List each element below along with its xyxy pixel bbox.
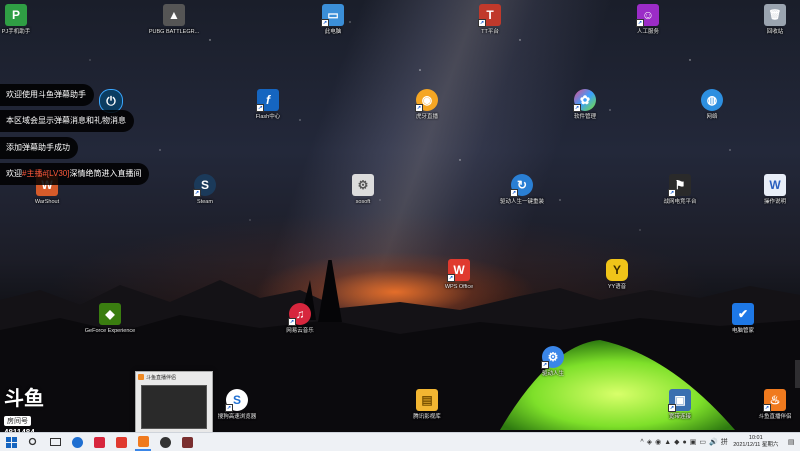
- desktop-icon-yy[interactable]: Y YY语音: [590, 259, 644, 291]
- chat-message: 欢迎使用斗鱼弹幕助手: [0, 84, 94, 106]
- desktop-icon-sogou-browser[interactable]: S ↗ 搜狗高速浏览器: [210, 389, 264, 421]
- shield-check-icon: ✔: [732, 303, 754, 325]
- desktop: P PJ手机助手 ▲ PUBG BATTLEGR... ▭ ↗ 此电脑 T ↗ TT…: [0, 0, 800, 432]
- desktop-icon-tt-platform[interactable]: T ↗ TT平台: [463, 4, 517, 36]
- task-view-button[interactable]: [47, 434, 63, 450]
- douyu-companion-icon: [137, 435, 149, 447]
- obs-icon: [159, 436, 171, 448]
- wps-icon: W ↗: [447, 259, 470, 282]
- gear-icon: ⚙ ↗: [541, 346, 564, 369]
- windows-icon: [5, 436, 17, 448]
- chat-message: 添加弹幕助手成功: [0, 137, 78, 159]
- huya-icon: ◉ ↗: [415, 89, 438, 112]
- desktop-icon-pubg[interactable]: ▲ PUBG BATTLEGR...: [147, 4, 201, 36]
- taskbar-app-sogou[interactable]: [69, 434, 85, 450]
- battle-platform-icon: ⚑ ↗: [668, 174, 691, 197]
- system-tray: ^ ◈ ◉ ▲ ◆ ● ▣ ▭ 🔊 拼 10:01 2021/12/11 星期六…: [639, 433, 796, 451]
- search-button[interactable]: [25, 434, 41, 450]
- taskbar: ^ ◈ ◉ ▲ ◆ ● ▣ ▭ 🔊 拼 10:01 2021/12/11 星期六…: [0, 432, 800, 451]
- wps-icon: [115, 436, 127, 448]
- desktop-icon-network[interactable]: ◍ 网络: [685, 89, 739, 121]
- tray-app-icon[interactable]: ▲: [664, 439, 671, 446]
- nvidia-icon: ◆: [99, 303, 121, 325]
- word-document-icon: W: [764, 174, 786, 196]
- software-manager-icon: ✿ ↗: [573, 89, 596, 112]
- tt-platform-icon: T ↗: [478, 4, 501, 27]
- douyu-logo: 斗鱼: [4, 388, 44, 410]
- desktop-icon-netease-music[interactable]: ♫ ↗ 网易云音乐: [273, 303, 327, 335]
- network-icon[interactable]: ▭: [699, 438, 706, 446]
- desktop-icon-operation-guide[interactable]: W 操作说明: [748, 174, 800, 206]
- yy-voice-icon: Y: [606, 259, 628, 281]
- taskbar-app-wps[interactable]: [113, 434, 129, 450]
- room-tag: 房间号: [4, 416, 31, 426]
- notification-icon[interactable]: ▤: [788, 438, 795, 446]
- chat-message: 本区域会显示弹幕消息和礼物消息: [0, 110, 134, 132]
- taskbar-app-game[interactable]: [179, 434, 195, 450]
- preview-window-content: [141, 385, 207, 429]
- volume-icon[interactable]: 🔊: [709, 438, 718, 446]
- desktop-icon-driver-life[interactable]: ⚙ ↗ 驱动人生: [526, 346, 580, 378]
- taskbar-thumbnail-preview[interactable]: 斗鱼直播伴侣: [135, 371, 213, 432]
- pj-assistant-icon: P: [5, 4, 27, 26]
- desktop-icon-sosoft[interactable]: ⚙ sosoft: [336, 174, 390, 206]
- flash-icon: f ↗: [256, 89, 279, 112]
- taskbar-app-obs[interactable]: [157, 434, 173, 450]
- desktop-icon-recycle-bin[interactable]: 🗑 回收站: [748, 4, 800, 36]
- desktop-icon-broadband[interactable]: ▣ ↗ 宽带连接: [653, 389, 707, 421]
- steam-icon: S ↗: [193, 174, 216, 197]
- desktop-icon-software-manager[interactable]: ✿ ↗ 软件管理: [558, 89, 612, 121]
- tray-app-icon[interactable]: ◆: [674, 438, 679, 446]
- chevron-up-icon[interactable]: ^: [640, 439, 643, 446]
- desktop-icon-geforce[interactable]: ◆ GeForce Experience: [83, 303, 137, 335]
- tray-app-icon[interactable]: ▣: [690, 438, 697, 446]
- start-button[interactable]: [3, 434, 19, 450]
- input-method-icon[interactable]: 拼: [721, 437, 728, 447]
- desktop-icon-human-service[interactable]: ☺ ↗ 人工服务: [621, 4, 675, 36]
- computer-icon: ▭ ↗: [321, 4, 344, 27]
- search-icon: [28, 437, 37, 446]
- douyu-companion-icon: ♨ ↗: [763, 389, 786, 412]
- tray-app-icon[interactable]: ●: [683, 439, 687, 446]
- recycle-bin-icon: 🗑: [764, 4, 786, 26]
- sogou-icon: S ↗: [225, 389, 248, 412]
- desktop-icon-this-pc[interactable]: ▭ ↗ 此电脑: [306, 4, 360, 36]
- desktop-icon-pj-assistant[interactable]: P PJ手机助手: [0, 4, 43, 36]
- desktop-icon-tencent-video-lib[interactable]: ▤ 腾讯影视库: [400, 389, 454, 421]
- desktop-icon-steam[interactable]: S ↗ Steam: [178, 174, 232, 206]
- folder-icon: ▤: [416, 389, 438, 411]
- refresh-icon: ↻ ↗: [510, 174, 533, 197]
- pubg-icon: ▲: [163, 4, 185, 26]
- edge-handle[interactable]: [795, 360, 800, 388]
- douyu-room-watermark: 斗鱼 房间号 4811484: [4, 388, 58, 432]
- starfield: [89, 21, 731, 231]
- desktop-icon-driver-reinstall[interactable]: ↻ ↗ 驱动人生一键重装: [495, 174, 549, 206]
- taskbar-app-douyu[interactable]: [135, 433, 151, 451]
- netease-music-icon: ♫ ↗: [288, 303, 311, 326]
- taskbar-clock[interactable]: 10:01 2021/12/11 星期六: [733, 435, 778, 449]
- desktop-icon-pc-manager[interactable]: ✔ 电脑管家: [716, 303, 770, 335]
- preview-title: 斗鱼直播伴侣: [136, 372, 212, 383]
- sogou-icon: [71, 436, 83, 448]
- netease-music-icon: [93, 436, 105, 448]
- broadband-connection-icon: ▣ ↗: [668, 389, 691, 412]
- tray-app-icon[interactable]: ◉: [655, 438, 661, 446]
- taskbar-app-netease[interactable]: [91, 434, 107, 450]
- task-view-icon: [49, 438, 61, 446]
- desktop-icon-douyu-companion[interactable]: ♨ ↗ 斗鱼直播伴侣: [748, 389, 800, 421]
- desktop-icon-huya[interactable]: ◉ ↗ 虎牙直播: [400, 89, 454, 121]
- douyu-companion-icon: [138, 374, 144, 380]
- desktop-icon-flash-center[interactable]: f ↗ Flash中心: [241, 89, 295, 121]
- desktop-icon-battle-platform[interactable]: ⚑ ↗ 战网电竞平台: [653, 174, 707, 206]
- tray-app-icon[interactable]: ◈: [647, 438, 652, 446]
- network-icon: ◍: [701, 89, 723, 111]
- desktop-icon-wps[interactable]: W ↗ WPS Office: [432, 259, 486, 291]
- settings-file-icon: ⚙: [352, 174, 374, 196]
- chat-message: 欢迎#主播#[LV30]深情绝筒进入直播间: [0, 163, 150, 185]
- game-icon: [181, 436, 193, 448]
- human-service-icon: ☺ ↗: [636, 4, 659, 27]
